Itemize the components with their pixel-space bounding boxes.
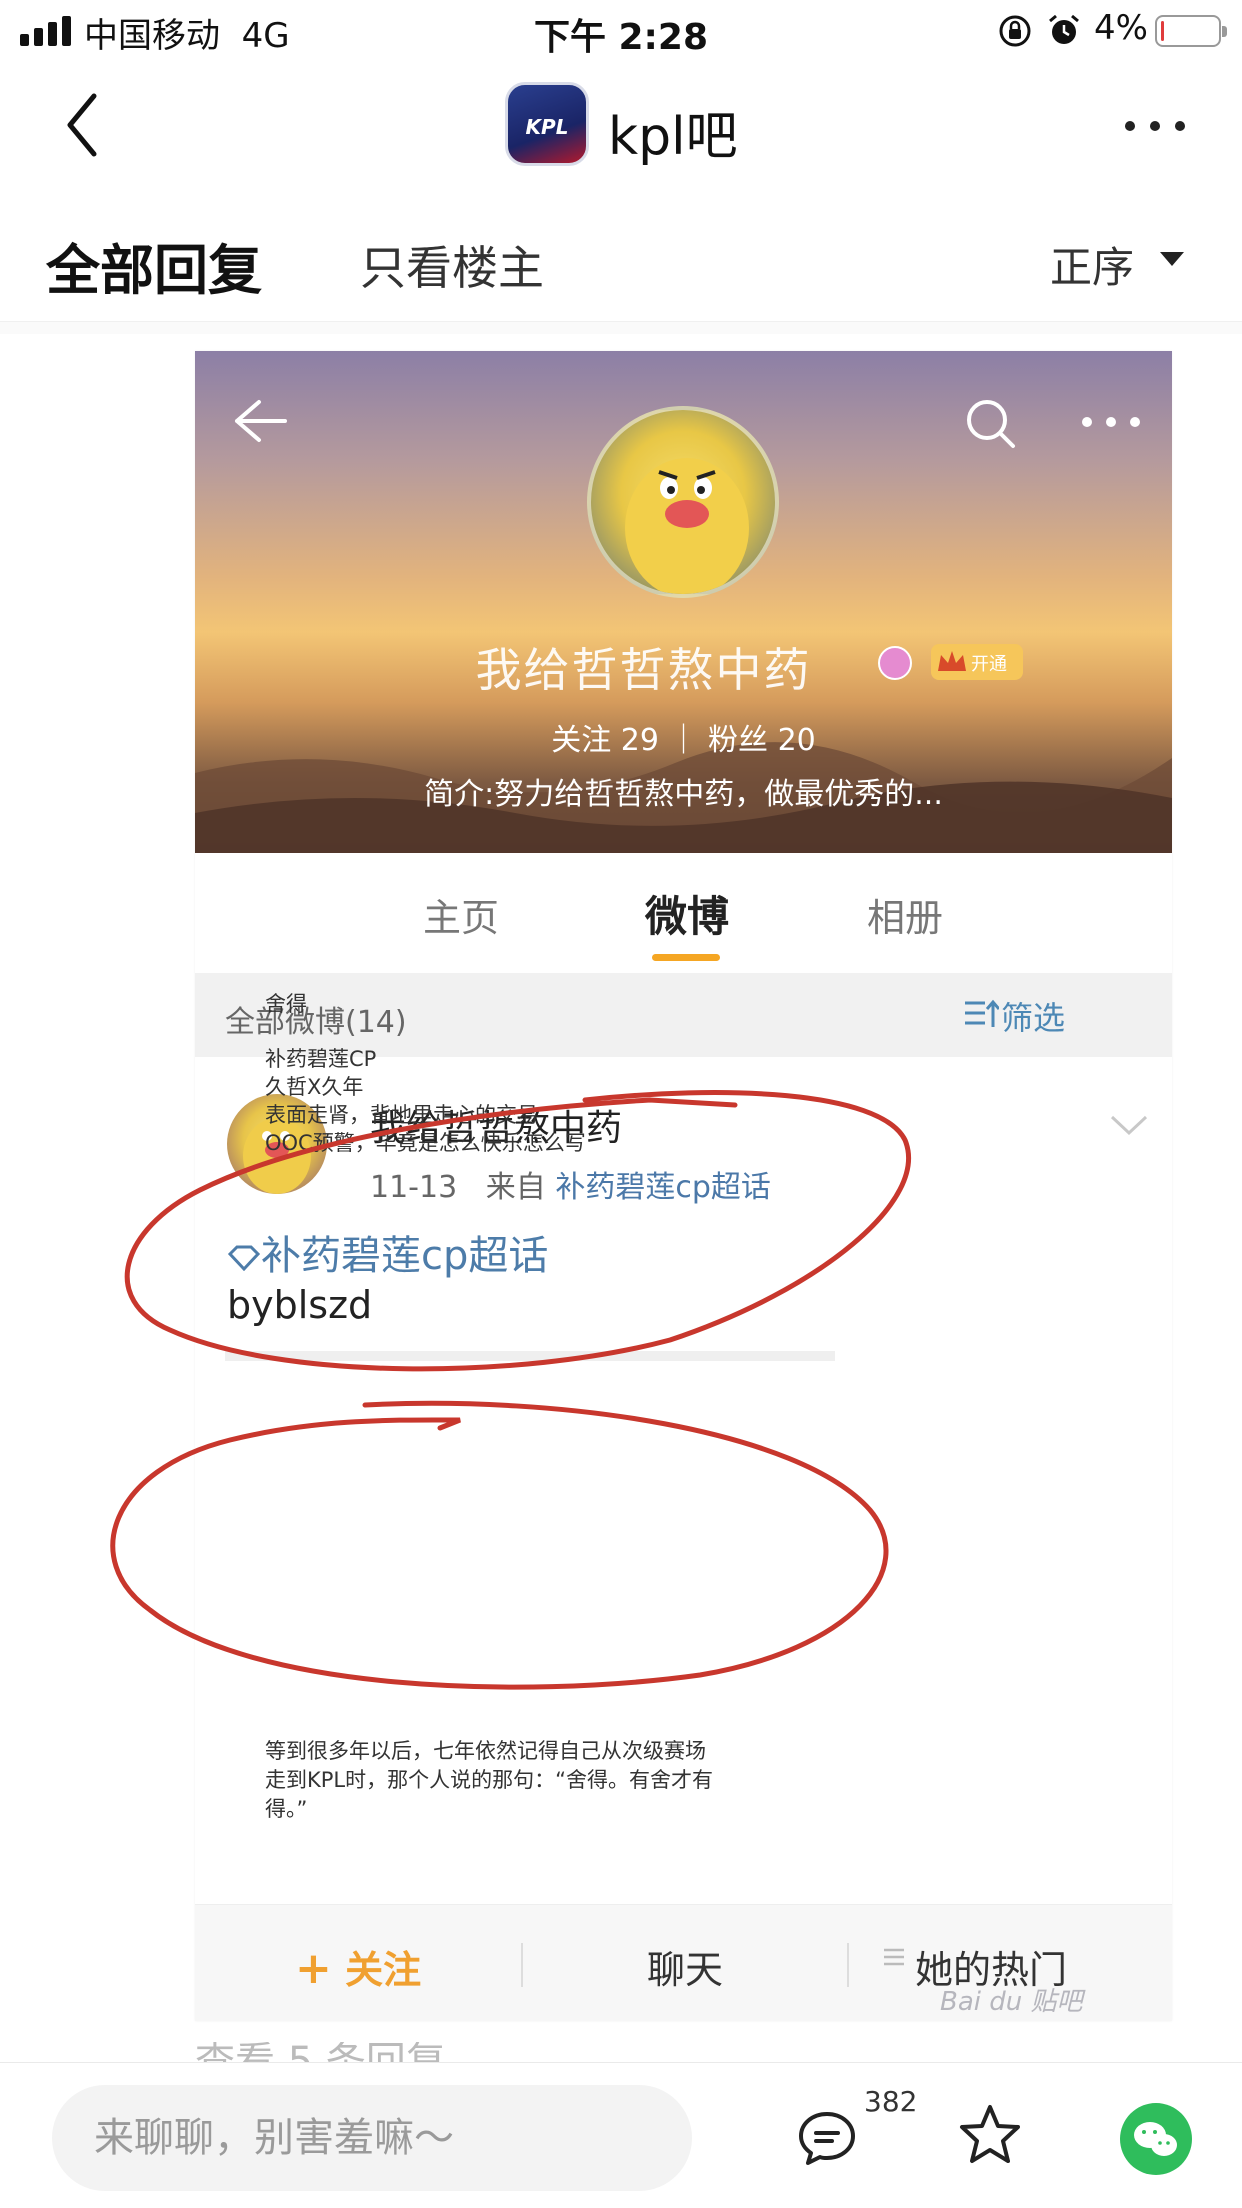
vip-badge: 开通: [931, 644, 1023, 680]
body-title: 舍得: [265, 992, 307, 1016]
post-from-label: 来自: [485, 1170, 546, 1205]
status-bar: 中国移动 4G 下午 2:28 4%: [0, 0, 1242, 62]
nav-bar: KPL kpl吧: [0, 62, 1242, 192]
sort-dropdown[interactable]: 正序: [1050, 234, 1134, 295]
profile-actions: + 关注 聊天 她的热门 Bai du 贴吧: [195, 1904, 1172, 2021]
profile-tabs: 主页 微博 相册: [195, 853, 1172, 973]
profile-bio: 简介:努力给哲哲熬中药，做最优秀的...: [424, 777, 943, 812]
baidu-watermark: Bai du 贴吧: [940, 1987, 1083, 2017]
profile-name: 我给哲哲熬中药: [475, 643, 812, 697]
more-dots-icon: [1082, 417, 1140, 427]
weibo-filter-bar: 全部微博(14) 筛选: [195, 973, 1172, 1057]
caret-down-icon[interactable]: [1160, 252, 1184, 266]
back-arrow-icon: [235, 400, 287, 442]
comment-count: 382: [864, 2085, 918, 2118]
forum-logo[interactable]: KPL: [505, 82, 589, 166]
tab-indicator: [652, 954, 720, 961]
tab-weibo: 微博: [645, 892, 730, 941]
body-line: OOC预警，毕竟是怎么快乐怎么写: [265, 1131, 586, 1155]
bottom-bar: 382: [0, 2062, 1242, 2208]
section-divider: [0, 322, 1242, 334]
post-image[interactable]: 我给哲哲熬中药 开通 关注 29 ｜ 粉丝 20 简介:努力给哲哲熬中药，做最优…: [195, 351, 1172, 2021]
post-text: byblszd: [227, 1283, 373, 1327]
tab-home: 主页: [423, 896, 500, 940]
forum-title[interactable]: kpl吧: [608, 94, 738, 169]
view-replies-link[interactable]: 查看 5 条回复: [195, 2042, 446, 2064]
profile-stats: 关注 29 ｜ 粉丝 20: [551, 723, 816, 758]
chevron-down-icon: [1110, 1115, 1148, 1136]
body-line: 等到很多年以后，七年依然记得自己从次级赛场: [265, 1739, 706, 1763]
post-date: 11-13: [370, 1170, 458, 1205]
diamond-icon: [227, 1245, 261, 1272]
post-topic: 补药碧莲cp超话: [227, 1223, 548, 1281]
profile-header: 我给哲哲熬中药 开通 关注 29 ｜ 粉丝 20 简介:努力给哲哲熬中药，做最优…: [195, 351, 1172, 853]
search-icon: [967, 400, 1015, 448]
battery-icon: [1155, 15, 1227, 47]
body-line: 表面走肾，背地里走心的交易: [265, 1103, 538, 1127]
tab-all-replies[interactable]: 全部回复: [46, 226, 262, 305]
more-dots-icon[interactable]: [1124, 120, 1186, 132]
action-divider: [521, 1943, 523, 1987]
filter-icon: [965, 999, 999, 1027]
action-divider: [847, 1943, 849, 1987]
star-icon[interactable]: [958, 2103, 1022, 2167]
body-line: 得。”: [265, 1797, 308, 1821]
crown-icon: [938, 651, 966, 671]
reply-tabs: 全部回复 只看楼主 正序: [0, 192, 1242, 322]
comment-icon[interactable]: [796, 2109, 858, 2167]
vip-label: 开通: [971, 654, 1007, 675]
back-arrow-icon[interactable]: [60, 90, 110, 160]
verified-badge-icon: [878, 646, 912, 680]
wechat-icon: [1134, 2122, 1177, 2156]
follow-action: + 关注: [295, 1939, 421, 1994]
battery-percent: 4%: [1094, 8, 1148, 48]
wechat-share-button[interactable]: [1120, 2103, 1192, 2175]
post-separator: [225, 1351, 835, 1361]
alarm-icon: [1049, 14, 1079, 44]
post-meta: 11-13 来自 补药碧莲cp超话: [370, 1162, 771, 1206]
follow-label: 关注: [345, 1948, 422, 1992]
post-source: 补药碧莲cp超话: [555, 1170, 771, 1205]
chat-action: 聊天: [647, 1948, 724, 1992]
filter-label: 筛选: [1001, 999, 1066, 1037]
weibo-count: 全部微博(14): [225, 1005, 407, 1040]
body-line: 补药碧莲CP: [265, 1047, 377, 1071]
battery-level: [1161, 21, 1164, 41]
plus-icon: +: [295, 1943, 332, 1994]
body-line: 久哲X久年: [265, 1075, 364, 1099]
list-icon: [884, 1948, 904, 1966]
reply-input[interactable]: [52, 2085, 692, 2191]
avatar-character: [625, 458, 749, 594]
tab-owner-only[interactable]: 只看楼主: [360, 232, 544, 298]
rotation-lock-icon: [999, 15, 1031, 47]
tab-album: 相册: [867, 896, 944, 940]
profile-avatar: [587, 406, 779, 598]
body-line: 走到KPL时，那个人说的那句：“舍得。有舍才有: [265, 1768, 714, 1792]
post-topic-label: 补药碧莲cp超话: [261, 1233, 549, 1279]
forum-logo-text: KPL: [525, 115, 569, 139]
